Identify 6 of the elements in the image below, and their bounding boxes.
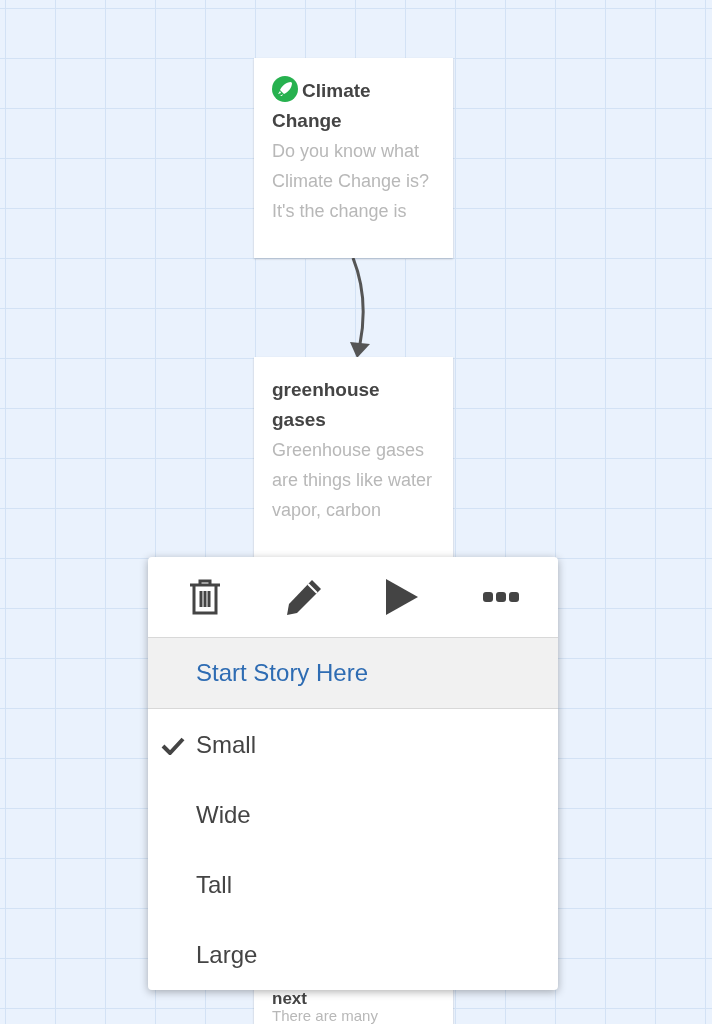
passage-title: Climate Change xyxy=(272,76,435,136)
passage-title: next xyxy=(272,990,308,1008)
passage-excerpt: Greenhouse gases are things like water vapor, carbon xyxy=(272,439,434,522)
passage-excerpt: There are many xyxy=(272,1008,379,1024)
passage-excerpt: Do you know what Climate Change is? It's the change is xyxy=(272,140,431,223)
passage-title: greenhouse gases xyxy=(272,378,381,432)
